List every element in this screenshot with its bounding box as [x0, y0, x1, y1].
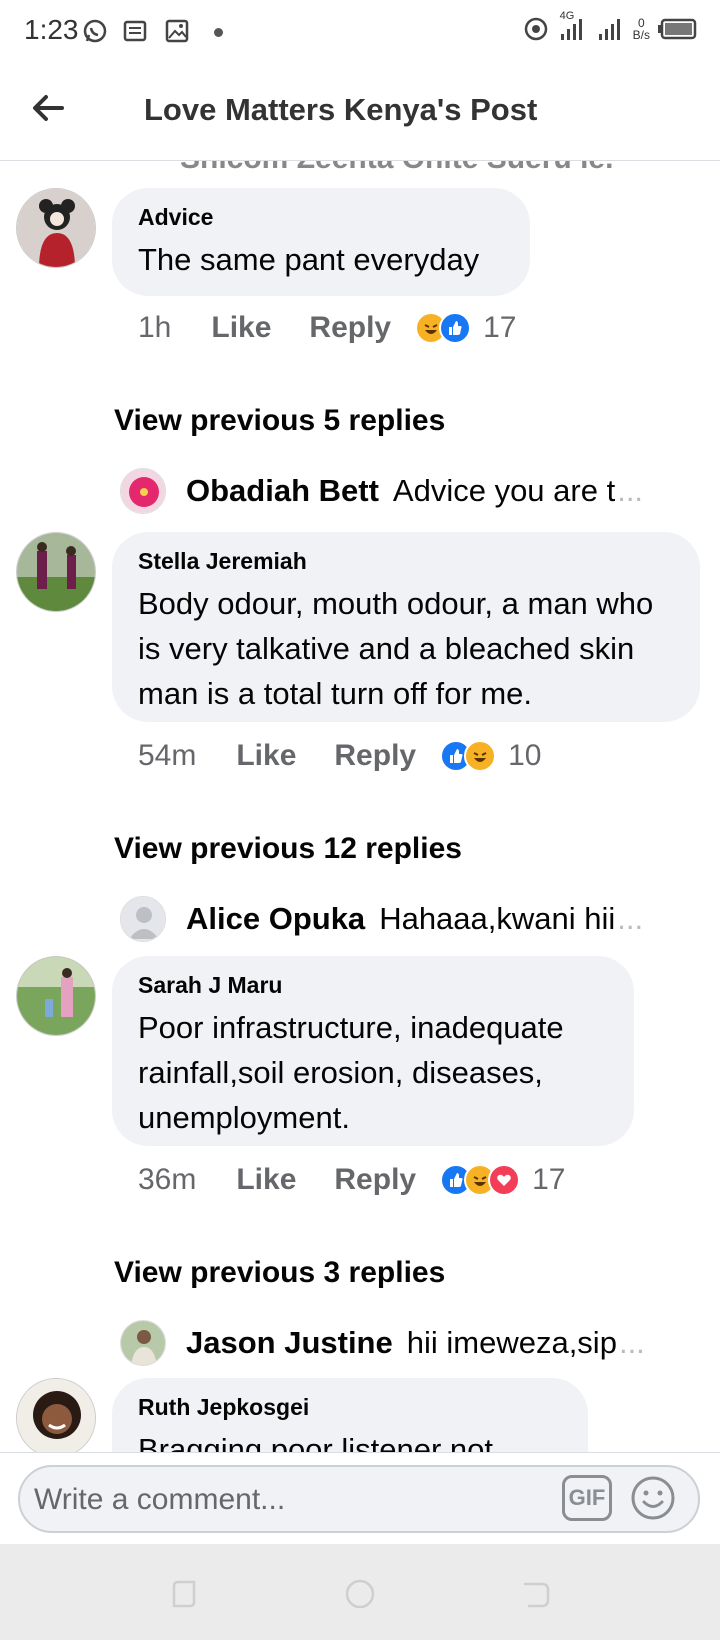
reaction-count[interactable]: 17: [532, 1163, 565, 1197]
reactions[interactable]: [440, 1164, 521, 1196]
page-title: Love Matters Kenya's Post: [144, 92, 538, 127]
reply-ellipsis: ...: [617, 901, 644, 936]
avatar[interactable]: [16, 1378, 96, 1452]
haha-reaction-icon: [464, 740, 497, 772]
comment-input[interactable]: Write a comment... GIF: [18, 1465, 700, 1533]
comment-bubble[interactable]: Sarah J Maru Poor infrastructure, inadeq…: [112, 956, 634, 1146]
reply-preview[interactable]: Alice Opuka Hahaaa,kwani hii ...: [120, 894, 680, 944]
data-speed: 0 B/s: [632, 16, 650, 42]
notification-dot: [214, 28, 223, 37]
cutoff-reply: Shicom Zeenta Onite Sueru le.: [120, 160, 680, 174]
status-time: 1:23: [24, 14, 79, 45]
reply-author[interactable]: Jason Justine: [186, 1325, 393, 1361]
status-right: 4G 0 B/s: [523, 10, 698, 44]
comment-time: 1h: [138, 311, 172, 344]
comments-feed[interactable]: Shicom Zeenta Onite Sueru le. Advice The…: [0, 160, 720, 1452]
view-previous-replies[interactable]: View previous 3 replies: [114, 1256, 445, 1290]
comment-author[interactable]: Ruth Jepkosgei: [138, 1394, 562, 1421]
reply-preview[interactable]: Jason Justine hii imeweza,sip ...: [120, 1318, 680, 1368]
reply-text: hii imeweza,sip: [406, 1325, 617, 1360]
comment-author[interactable]: Sarah J Maru: [138, 972, 608, 999]
comment-time: 36m: [138, 1163, 197, 1196]
reactions[interactable]: [440, 740, 497, 772]
comment-text: The same pant everyday: [138, 242, 480, 277]
comment-author[interactable]: Stella Jeremiah: [138, 548, 674, 575]
comment-actions: 54m Like Reply 10: [138, 736, 541, 776]
network-type: 4G: [559, 10, 575, 22]
like-button[interactable]: Like: [211, 311, 271, 345]
view-previous-replies[interactable]: View previous 12 replies: [114, 832, 462, 866]
avatar[interactable]: [16, 188, 96, 268]
avatar[interactable]: [16, 532, 96, 612]
reply-author[interactable]: Obadiah Bett: [186, 473, 379, 509]
avatar[interactable]: [16, 956, 96, 1036]
reply-text: Hahaaa,kwani hii: [379, 901, 616, 936]
post-header: Love Matters Kenya's Post: [0, 66, 720, 161]
system-nav-bar: [0, 1544, 720, 1640]
reply-button[interactable]: Reply: [309, 311, 391, 345]
reactions[interactable]: [415, 312, 472, 344]
comment-bubble[interactable]: Stella Jeremiah Body odour, mouth odour,…: [112, 532, 700, 722]
home-icon[interactable]: [344, 1578, 376, 1610]
gallery-icon: [165, 19, 189, 43]
recent-apps-icon[interactable]: [168, 1578, 200, 1610]
like-button[interactable]: Like: [236, 739, 296, 773]
comment-author[interactable]: Advice: [138, 204, 504, 231]
comment-text: Poor infrastructure, inadequate rainfall…: [138, 1010, 564, 1135]
like-button[interactable]: Like: [236, 1163, 296, 1197]
comment-bubble[interactable]: Advice The same pant everyday: [112, 188, 530, 296]
reply-ellipsis: ...: [617, 473, 644, 508]
comment-text: Bragging poor listener not: [138, 1432, 494, 1452]
reply-preview[interactable]: Obadiah Bett Advice you are t ...: [120, 466, 680, 516]
back-nav-icon[interactable]: [520, 1578, 552, 1610]
reply-ellipsis: ...: [618, 1325, 645, 1360]
status-bar: 1:23 4G 0 B/s: [0, 0, 720, 66]
reaction-count[interactable]: 10: [508, 739, 541, 773]
hotspot-icon: [524, 17, 547, 41]
comment-input-placeholder: Write a comment...: [34, 1483, 286, 1516]
comment-actions: 1h Like Reply 17: [138, 308, 516, 348]
comment-time: 54m: [138, 739, 197, 772]
comment-bubble[interactable]: Ruth Jepkosgei Bragging poor listener no…: [112, 1378, 588, 1452]
whatsapp-icon: [83, 19, 107, 43]
like-reaction-icon: [439, 312, 472, 344]
signal-icon: [598, 19, 620, 40]
emoji-icon[interactable]: [630, 1475, 676, 1521]
default-avatar-icon: [121, 897, 165, 941]
back-arrow-icon[interactable]: [28, 88, 68, 128]
gif-button[interactable]: GIF: [562, 1475, 612, 1521]
avatar-image: [17, 189, 95, 267]
avatar[interactable]: [120, 896, 166, 942]
reaction-count[interactable]: 17: [483, 311, 516, 345]
comment-actions: 36m Like Reply 17: [138, 1160, 565, 1200]
reply-button[interactable]: Reply: [334, 1163, 416, 1197]
news-icon: [123, 20, 147, 42]
view-previous-replies[interactable]: View previous 5 replies: [114, 404, 445, 438]
reply-button[interactable]: Reply: [334, 739, 416, 773]
cutoff-text: Shicom Zeenta Onite Sueru le.: [180, 160, 613, 174]
reply-author[interactable]: Alice Opuka: [186, 901, 365, 937]
comment-composer-area: Write a comment... GIF: [0, 1452, 720, 1545]
avatar[interactable]: [120, 468, 166, 514]
avatar[interactable]: [120, 1320, 166, 1366]
battery-icon: [658, 18, 697, 40]
signal-4g-icon: 4G: [557, 10, 587, 44]
love-reaction-icon: [488, 1164, 521, 1196]
reply-text: Advice you are t: [392, 473, 616, 508]
comment-text: Body odour, mouth odour, a man who is ve…: [138, 586, 654, 711]
